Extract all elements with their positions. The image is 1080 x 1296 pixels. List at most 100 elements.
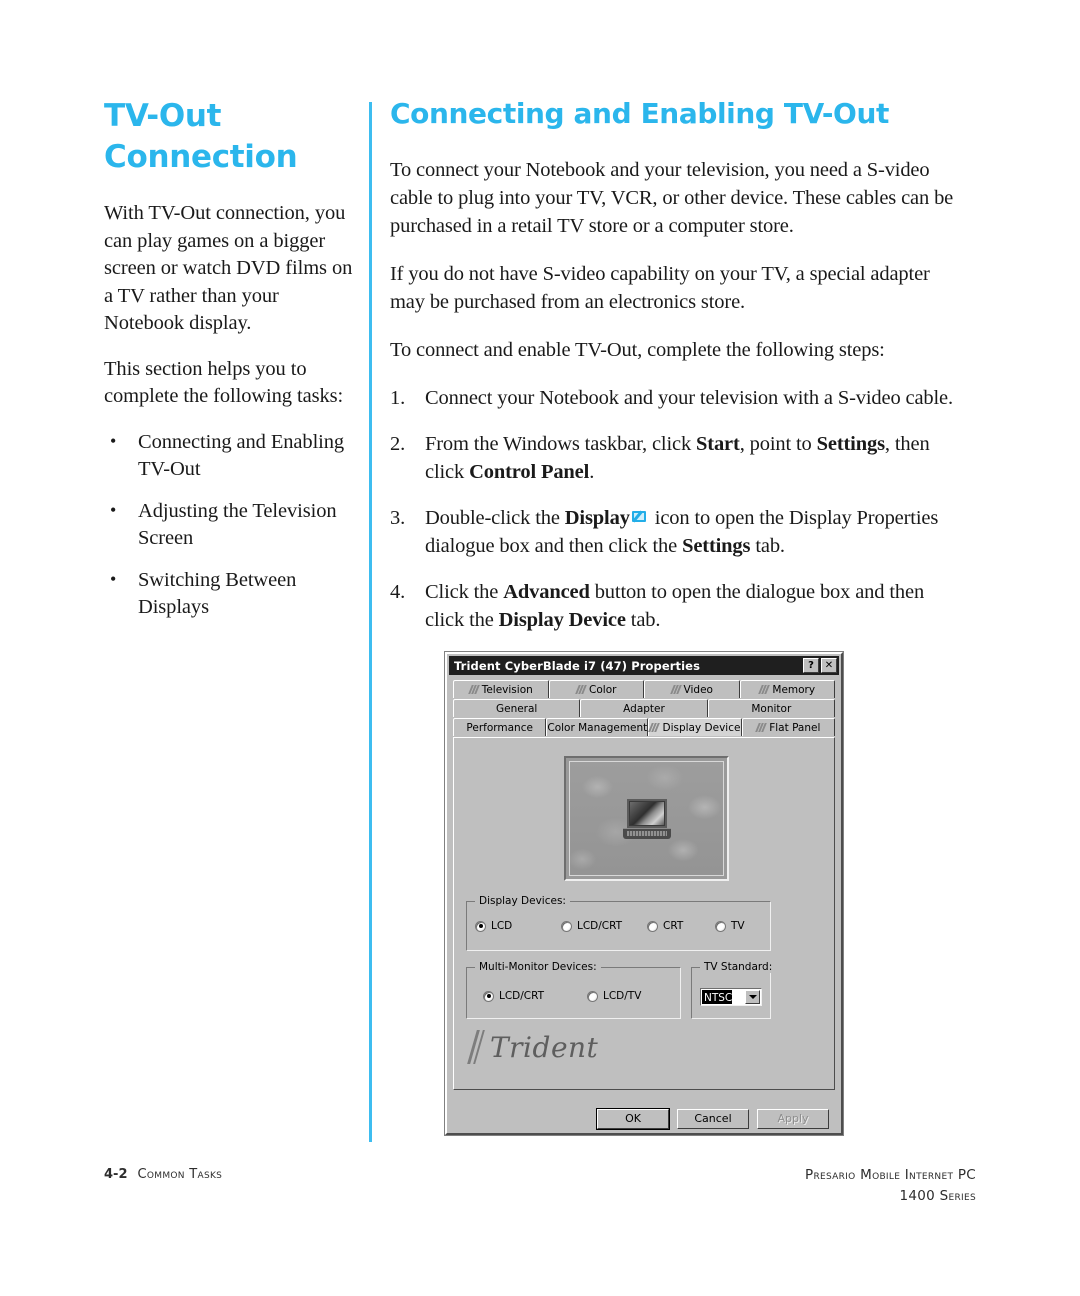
trident-properties-dialog-screenshot: Trident CyberBlade i7 (47) Properties ? … <box>445 652 843 1135</box>
step-emphasis: Settings <box>816 433 885 455</box>
step-number: 3. <box>390 507 406 529</box>
sidebar-title-line-2: Connection <box>104 139 298 175</box>
manual-page: TV-Out Connection With TV-Out connection… <box>0 0 1080 1296</box>
tab-color-management[interactable]: Color Management <box>546 718 649 736</box>
tab-label: Memory <box>772 683 816 696</box>
trident-slash-icon <box>758 685 770 694</box>
radio-multimon-lcd-tv[interactable]: LCD/TV <box>587 990 641 1002</box>
step-number: 2. <box>390 433 406 455</box>
step-text: From the Windows taskbar, click <box>425 433 697 455</box>
radio-crt[interactable]: CRT <box>647 920 715 932</box>
tab-label: General <box>495 702 538 715</box>
step-emphasis: Control Panel <box>469 461 590 483</box>
radio-indicator <box>587 990 598 1002</box>
close-icon[interactable]: ✕ <box>821 658 837 673</box>
list-item: • Connecting and Enabling TV-Out <box>104 429 356 484</box>
tab-general[interactable]: General <box>453 699 581 717</box>
apply-button: Apply <box>757 1109 829 1129</box>
sidebar-paragraph-2: This section helps you to complete the f… <box>104 357 344 408</box>
main-paragraph-2: If you do not have S-video capability on… <box>390 263 930 313</box>
tab-label: Display Device <box>662 721 741 734</box>
list-item-label: Adjusting the Television Screen <box>138 499 337 550</box>
step-number: 1. <box>390 387 406 409</box>
tv-standard-label: TV Standard: <box>700 961 777 973</box>
display-control-panel-icon <box>631 510 648 526</box>
step-text: Click the <box>425 581 504 603</box>
radio-multimon-lcd-crt[interactable]: LCD/CRT <box>483 990 587 1002</box>
step-emphasis: Display <box>564 507 630 529</box>
footer-right: Presario Mobile Internet PC 1400 Series <box>805 1165 976 1207</box>
tab-memory[interactable]: Memory <box>739 680 835 698</box>
step-text: tab. <box>625 609 661 631</box>
radio-lcd-crt[interactable]: LCD/CRT <box>561 920 647 932</box>
radio-label: LCD/TV <box>603 990 642 1002</box>
tab-color[interactable]: Color <box>548 680 644 698</box>
list-item-label: Switching Between Displays <box>138 568 297 619</box>
footer-series: 1400 Series <box>899 1188 976 1204</box>
trident-wordmark: Trident <box>490 1030 599 1064</box>
radio-indicator <box>561 920 572 932</box>
radio-label: LCD <box>491 920 513 932</box>
chevron-down-icon[interactable] <box>745 990 760 1004</box>
radio-label: TV <box>731 920 745 932</box>
bullet-icon: • <box>110 430 117 451</box>
trident-slash-icon <box>669 685 681 694</box>
radio-indicator <box>715 920 726 932</box>
trident-slash-icon <box>648 723 660 732</box>
sidebar-task-list: • Connecting and Enabling TV-Out • Adjus… <box>104 429 356 622</box>
tab-television[interactable]: Television <box>453 680 549 698</box>
preview-wallpaper <box>569 761 724 876</box>
cancel-button[interactable]: Cancel <box>677 1109 749 1129</box>
radio-label: LCD/CRT <box>577 920 623 932</box>
sidebar-column: TV-Out Connection With TV-Out connection… <box>104 96 356 636</box>
footer-section: Common Tasks <box>137 1167 223 1182</box>
trident-logo: Trident <box>467 1030 599 1064</box>
step-text: . <box>589 461 595 483</box>
tab-label: Monitor <box>751 702 792 715</box>
radio-label: LCD/CRT <box>499 990 545 1002</box>
tab-label: Color <box>589 683 617 696</box>
tab-adapter[interactable]: Adapter <box>580 699 708 717</box>
dialog-tab-strip: Television Color Video Memory General Adapter… <box>447 675 841 736</box>
tab-row: Performance Color Management Display Devic… <box>453 718 835 736</box>
tab-label: Adapter <box>623 702 665 715</box>
step-item: 2. From the Windows taskbar, click Start,… <box>390 430 956 486</box>
numbered-steps: 1. Connect your Notebook and your televis… <box>390 384 956 634</box>
display-devices-group: Display Devices: LCD LCD/CRT CRT TV <box>466 895 771 951</box>
radio-indicator <box>647 920 658 932</box>
bullet-icon: • <box>110 499 117 520</box>
footer-left: 4-2 Common Tasks <box>104 1167 222 1182</box>
list-item: • Switching Between Displays <box>104 567 356 622</box>
tab-display-device[interactable]: Display Device <box>648 718 742 736</box>
sidebar-title-line-1: TV-Out <box>104 98 222 134</box>
ok-button[interactable]: OK <box>596 1108 670 1130</box>
step-emphasis: Start <box>696 433 740 455</box>
radio-lcd[interactable]: LCD <box>475 920 561 932</box>
tab-label: Flat Panel <box>769 721 821 734</box>
radio-indicator <box>483 990 494 1002</box>
step-item: 1. Connect your Notebook and your televis… <box>390 384 956 412</box>
radio-indicator <box>475 920 486 932</box>
multi-monitor-label: Multi-Monitor Devices: <box>475 961 601 973</box>
step-item: 4. Click the Advanced button to open the … <box>390 578 956 634</box>
tab-video[interactable]: Video <box>644 680 740 698</box>
tab-monitor[interactable]: Monitor <box>707 699 835 717</box>
tv-standard-select[interactable]: NTSC <box>700 988 762 1006</box>
tab-label: Performance <box>466 721 533 734</box>
help-button[interactable]: ? <box>803 658 819 673</box>
display-devices-radios: LCD LCD/CRT CRT TV <box>475 920 766 932</box>
multi-monitor-devices-group: Multi-Monitor Devices: LCD/CRT LCD/TV <box>466 961 681 1019</box>
trident-slash-icon <box>575 685 587 694</box>
dialog-titlebar: Trident CyberBlade i7 (47) Properties ? … <box>449 656 839 675</box>
dialog-button-bar: OK Cancel Apply <box>447 1108 841 1130</box>
combo-spacer <box>732 989 744 1005</box>
step-text: Connect your Notebook and your televisio… <box>425 387 953 409</box>
dialog-content-panel: Display Devices: LCD LCD/CRT CRT TV Mult… <box>453 737 835 1090</box>
step-emphasis: Settings <box>682 535 751 557</box>
tab-performance[interactable]: Performance <box>453 718 547 736</box>
step-text: Double-click the <box>425 507 565 529</box>
radio-tv[interactable]: TV <box>715 920 745 932</box>
tab-flat-panel[interactable]: Flat Panel <box>741 718 835 736</box>
dialog-title: Trident CyberBlade i7 (47) Properties <box>454 658 701 673</box>
page-number: 4-2 <box>104 1167 128 1182</box>
